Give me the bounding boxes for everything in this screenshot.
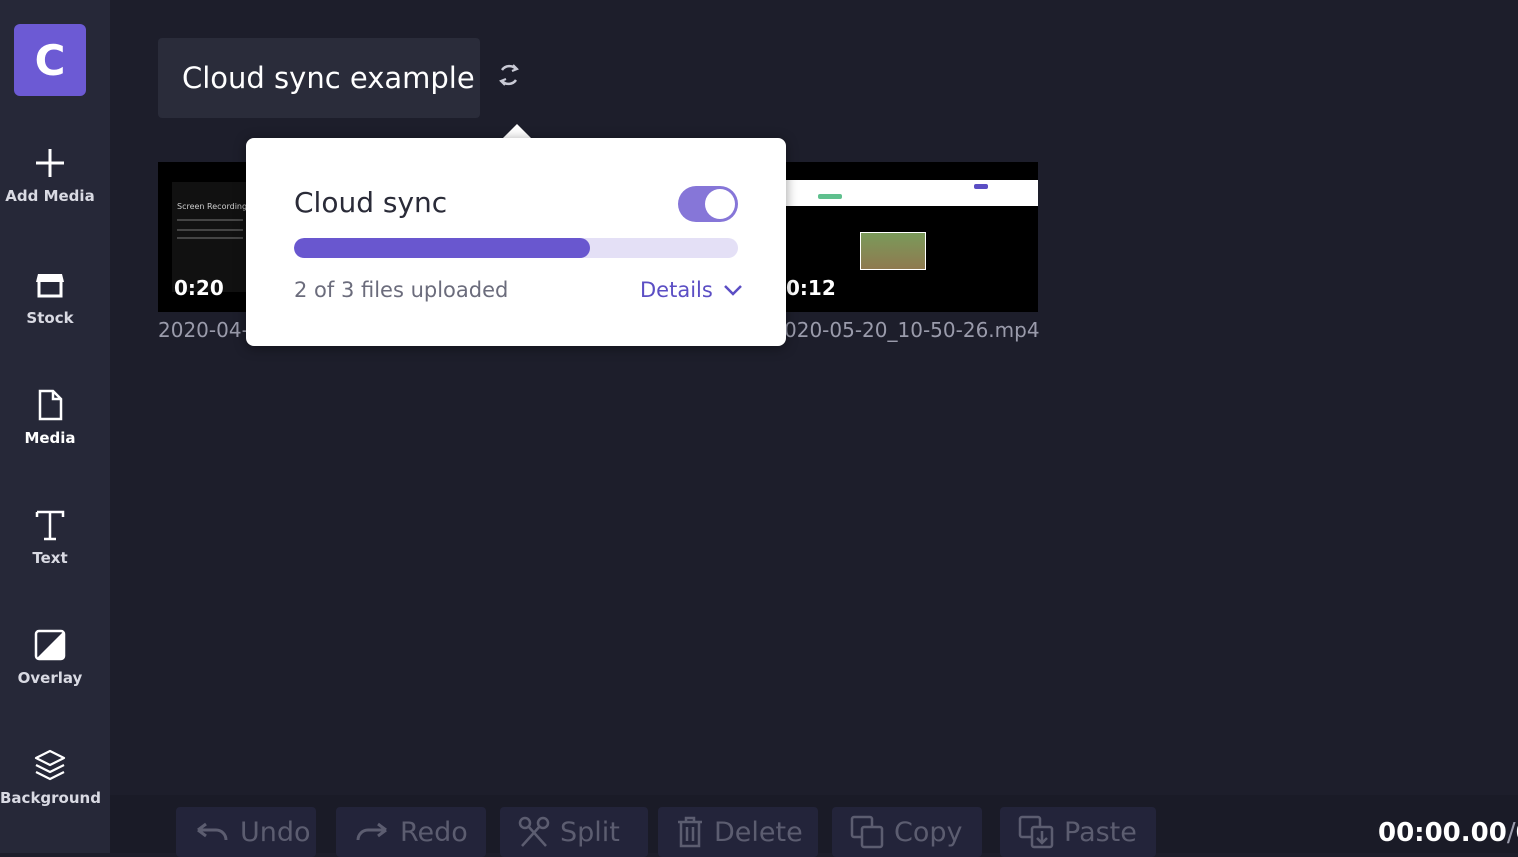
copy-label: Copy <box>894 816 963 848</box>
details-button[interactable]: Details <box>640 278 743 302</box>
split-button[interactable]: Split <box>500 807 648 857</box>
undo-button[interactable]: Undo <box>176 807 316 857</box>
stock-icon <box>36 274 64 298</box>
toggle-knob <box>705 189 735 219</box>
cloud-sync-popup: Cloud sync 2 of 3 files uploaded Details <box>246 138 786 346</box>
delete-label: Delete <box>714 816 803 848</box>
split-label: Split <box>560 816 620 848</box>
sidebar-item-label: Stock <box>26 309 74 327</box>
plus-icon <box>36 149 64 177</box>
upload-status: 2 of 3 files uploaded <box>294 278 509 302</box>
paste-button[interactable]: Paste <box>1000 807 1156 857</box>
sidebar-item-label: Overlay <box>17 669 83 687</box>
sidebar-item-label: Media <box>24 429 76 447</box>
redo-label: Redo <box>400 816 468 848</box>
sidebar-item-text[interactable]: Text <box>0 508 100 567</box>
paste-icon <box>1018 815 1054 849</box>
sidebar-item-label: Add Media <box>5 187 95 205</box>
logo-letter: C <box>34 35 66 85</box>
app-logo[interactable]: C <box>14 24 86 96</box>
project-title: Cloud sync example <box>182 61 475 95</box>
media-duration: 0:20 <box>174 276 224 300</box>
popup-arrow <box>503 124 531 138</box>
overlay-icon <box>34 629 66 661</box>
media-filename: 020-05-20_10-50-26.mp4 <box>784 318 1040 342</box>
thumbnail-image <box>860 232 926 270</box>
thumbnail-caption: Screen Recording <box>177 202 248 211</box>
redo-button[interactable]: Redo <box>336 807 486 857</box>
undo-label: Undo <box>240 816 311 848</box>
delete-button[interactable]: Delete <box>658 807 818 857</box>
sidebar-item-label: Text <box>32 549 68 567</box>
thumbnail-preview <box>786 180 1038 206</box>
copy-button[interactable]: Copy <box>832 807 982 857</box>
sidebar-item-stock[interactable]: Stock <box>0 268 100 327</box>
edit-toolbar: Undo Redo Split Delete Copy Paste <box>110 795 1518 857</box>
chevron-down-icon <box>723 285 742 296</box>
sync-icon[interactable] <box>496 62 522 88</box>
sidebar-item-overlay[interactable]: Overlay <box>0 628 100 687</box>
time-separator: / <box>1506 818 1516 848</box>
sidebar: C Add Media Stock Media Text Overlay Bac… <box>0 0 110 853</box>
media-filename: 2020-04- <box>158 318 249 342</box>
cloud-sync-toggle[interactable] <box>678 186 738 222</box>
text-icon <box>35 510 65 541</box>
sidebar-item-add-media[interactable]: Add Media <box>0 146 100 205</box>
timeline-timecode: 00:00.00/00 <box>1378 818 1518 848</box>
sidebar-item-label: Background <box>0 789 101 807</box>
details-label: Details <box>640 278 713 302</box>
trash-icon <box>678 816 702 848</box>
sidebar-item-background[interactable]: Background <box>0 748 101 807</box>
upload-progress-bar <box>294 238 738 258</box>
file-icon <box>38 389 63 421</box>
current-time: 00:00.00 <box>1378 818 1507 848</box>
sidebar-item-media[interactable]: Media <box>0 388 100 447</box>
upload-progress-fill <box>294 238 591 258</box>
copy-icon <box>850 815 884 849</box>
undo-icon <box>197 822 228 841</box>
paste-label: Paste <box>1064 816 1137 848</box>
scissors-icon <box>518 816 550 847</box>
project-title-field[interactable]: Cloud sync example <box>158 38 480 118</box>
media-duration: 0:12 <box>786 276 836 300</box>
cloud-sync-title: Cloud sync <box>294 186 448 219</box>
redo-icon <box>356 822 387 841</box>
media-thumbnail[interactable]: 0:12 <box>786 162 1038 312</box>
media-thumbnail[interactable]: Screen Recording 0:20 <box>158 162 248 312</box>
layers-icon <box>34 749 66 781</box>
